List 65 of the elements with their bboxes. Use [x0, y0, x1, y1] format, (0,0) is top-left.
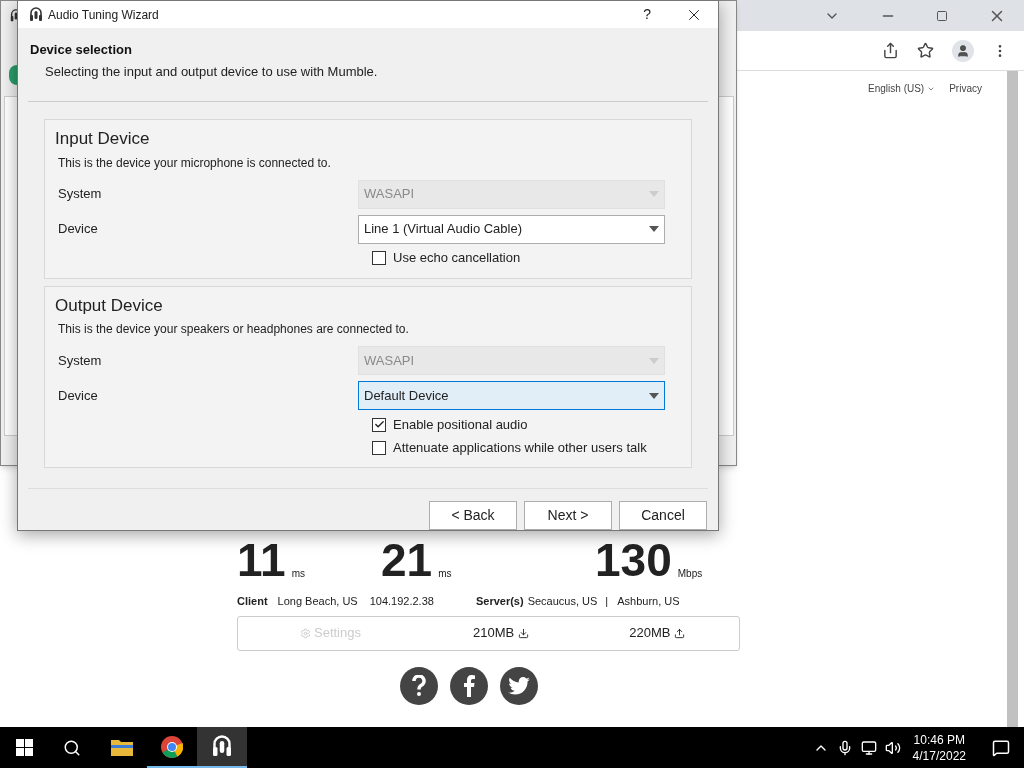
- speaker-icon[interactable]: [884, 739, 901, 756]
- page-subheading: Selecting the input and output device to use with Mumble.: [44, 62, 379, 81]
- folder-icon: [111, 737, 133, 756]
- help-icon[interactable]: [399, 666, 438, 705]
- browser-icon: [161, 735, 183, 758]
- server-location: Ashburn, US: [617, 594, 680, 609]
- result-value: 11: [237, 537, 286, 583]
- dropdown-arrow-icon: [649, 226, 659, 232]
- servers-label: Server(s): [475, 594, 524, 609]
- gear-icon: [300, 627, 311, 639]
- checkbox[interactable]: [372, 440, 386, 455]
- bookmark-star-icon[interactable]: [917, 42, 934, 59]
- field-label: System: [57, 185, 103, 204]
- network-icon[interactable]: [860, 739, 877, 756]
- share-icon[interactable]: [882, 42, 899, 59]
- download-icon: [518, 627, 530, 639]
- checkbox-label: Use echo cancellation: [393, 249, 521, 268]
- wizard-button[interactable]: Next >: [524, 501, 612, 530]
- client-label: Client: [237, 594, 268, 609]
- result-value: 130: [595, 537, 672, 583]
- dropdown-arrow-icon: [649, 357, 659, 364]
- wizard-button[interactable]: Cancel: [619, 501, 707, 530]
- upload-icon: [674, 627, 686, 639]
- server-location: Secaucus, US: [527, 594, 598, 609]
- notifications-icon[interactable]: [992, 738, 1010, 757]
- group-title: Output Device: [54, 294, 164, 317]
- download-size: 210MB: [473, 623, 530, 643]
- group-title: Input Device: [54, 128, 151, 150]
- checkbox[interactable]: [372, 417, 386, 432]
- wizard-button[interactable]: < Back: [429, 501, 517, 530]
- facebook-icon[interactable]: [449, 666, 488, 705]
- dropdown-arrow-icon: [649, 191, 659, 197]
- taskbar-app[interactable]: [197, 727, 247, 768]
- checkbox-label: Enable positional audio: [393, 415, 528, 434]
- group-description: This is the device your microphone is connected to.: [57, 154, 332, 172]
- page-heading: Device selection: [30, 41, 133, 59]
- group-description: This is the device your speakers or headphones are connected to.: [57, 321, 410, 338]
- field-label: Device: [57, 386, 99, 405]
- profile-avatar[interactable]: [952, 39, 974, 62]
- device-dropdown[interactable]: Line 1 (Virtual Audio Cable): [358, 214, 665, 244]
- result-unit: Mbps: [677, 567, 703, 581]
- client-location: Long Beach, US: [277, 594, 358, 609]
- upload-size: 220MB: [629, 623, 686, 643]
- language-selector[interactable]: English (US): [868, 81, 936, 96]
- result-unit: ms: [291, 567, 305, 581]
- window-title: Audio Tuning Wizard: [48, 6, 159, 24]
- checkbox-label: Attenuate applications while other users talk: [393, 438, 647, 457]
- result-unit: ms: [438, 567, 452, 581]
- start-icon[interactable]: [16, 739, 33, 756]
- headset-icon: [210, 734, 234, 759]
- dropdown-arrow-icon: [649, 392, 659, 399]
- client-ip: 104.192.2.38: [369, 594, 434, 609]
- checkbox[interactable]: [372, 251, 386, 265]
- field-label: Device: [57, 220, 99, 239]
- server-separator: |: [605, 594, 609, 609]
- search-icon[interactable]: [63, 738, 81, 757]
- privacy-link[interactable]: Privacy: [949, 81, 982, 96]
- bird-icon[interactable]: [499, 666, 538, 705]
- field-label: System: [57, 351, 103, 370]
- result-value: 21: [381, 537, 433, 583]
- help-button[interactable]: ?: [643, 4, 651, 25]
- clock[interactable]: 10:46 PM 4/17/2022: [908, 731, 970, 764]
- device-dropdown[interactable]: Default Device: [358, 381, 665, 410]
- headset-icon: [28, 6, 44, 23]
- restore-icon[interactable]: [936, 9, 948, 22]
